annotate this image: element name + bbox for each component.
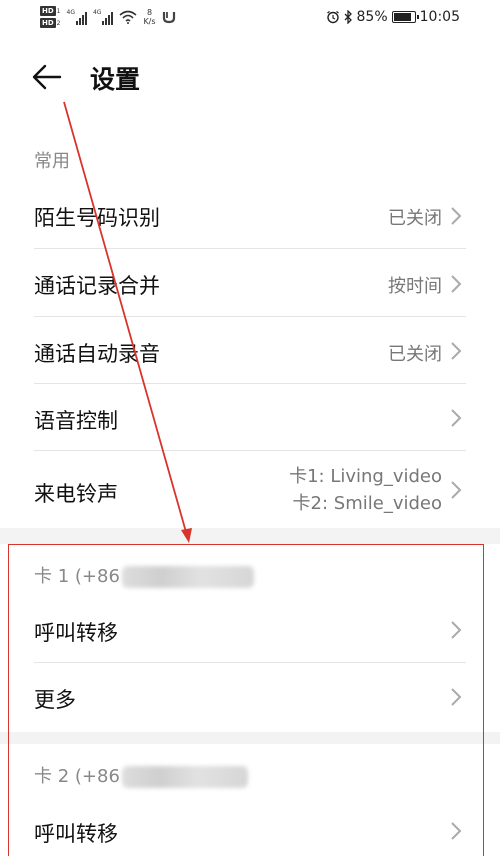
annotation-arrow [63,101,192,543]
